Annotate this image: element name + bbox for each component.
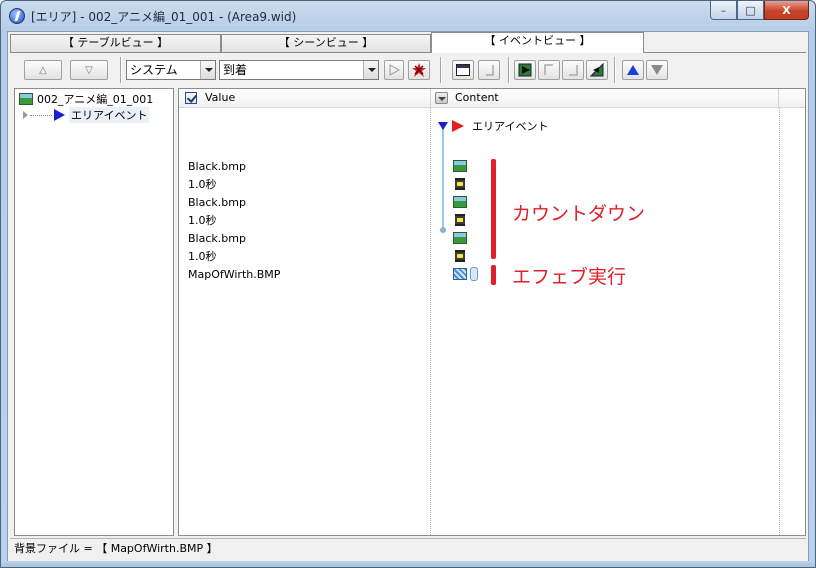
view-tabs: 【 テーブルビュー 】 【 シーンビュー 】 【 イベントビュー 】 [10, 32, 806, 53]
content-column-header[interactable]: Content [431, 89, 779, 108]
event-flag-icon [452, 120, 464, 132]
close-button[interactable]: X [764, 1, 809, 20]
scroll-down-button[interactable] [646, 60, 668, 80]
bracket-end-button[interactable] [478, 60, 500, 80]
bracket-end-icon [486, 65, 494, 76]
client-area: 【 テーブルビュー 】 【 シーンビュー 】 【 イベントビュー 】 △ ▽ シ… [7, 31, 809, 563]
toolbar-separator [614, 57, 616, 83]
toolbar-separator [440, 57, 442, 83]
checkbox-icon[interactable] [185, 92, 197, 104]
tree-event-item[interactable]: エリアイベント [23, 107, 150, 123]
expand-icon [23, 111, 28, 119]
status-text: 背景ファイル = 【 MapOfWirth.BMP 】 [14, 542, 218, 555]
play-button[interactable] [384, 60, 404, 80]
event-name[interactable]: エリアイベント [472, 118, 548, 134]
dropdown-icon[interactable] [435, 92, 448, 104]
bracket-close-icon [569, 65, 578, 76]
tree-root-item[interactable]: 002_アニメ編_01_001 [19, 91, 153, 107]
play-outline-icon [389, 64, 400, 76]
value-cell[interactable]: 1.0秒 [188, 212, 217, 230]
annotation-bar-effect [491, 265, 496, 285]
timeline-end-dot [440, 227, 446, 233]
hourglass-icon[interactable] [455, 250, 465, 262]
scroll-up-button[interactable] [622, 60, 644, 80]
value-column-header[interactable]: Value [179, 89, 431, 108]
flag-green-icon [518, 63, 532, 77]
category-select[interactable]: システム [126, 60, 216, 80]
hourglass-icon[interactable] [455, 214, 465, 226]
tree-root-label: 002_アニメ編_01_001 [37, 93, 154, 106]
event-select-value: 到着 [223, 63, 248, 77]
category-select-value: システム [130, 63, 178, 77]
column-divider [430, 108, 431, 535]
window-icon [456, 64, 470, 76]
event-grid[interactable]: Value Content Black.bmp 1.0秒 Black.bmp 1… [178, 88, 806, 536]
move-down-button[interactable]: ▽ [70, 60, 108, 80]
grid-header: Value Content [179, 89, 805, 108]
move-up-button[interactable]: △ [24, 60, 62, 80]
triangle-green-icon [590, 63, 604, 77]
insert-branch-button[interactable] [514, 60, 536, 80]
content-column-label: Content [455, 91, 499, 104]
tab-event-view[interactable]: 【 イベントビュー 】 [431, 32, 644, 53]
toolbar-separator [120, 57, 122, 83]
status-bar: 背景ファイル = 【 MapOfWirth.BMP 】 [10, 538, 806, 558]
hourglass-icon[interactable] [455, 178, 465, 190]
chevron-down-icon [363, 61, 378, 79]
delete-star-icon [412, 63, 426, 77]
event-select[interactable]: 到着 [219, 60, 379, 80]
window-view-button[interactable] [452, 60, 474, 80]
annotation-countdown: カウントダウン [512, 203, 646, 225]
window-bottom-edge [1, 561, 815, 567]
main-window: [エリア] - 002_アニメ編_01_001 - (Area9.wid) – … [0, 0, 816, 568]
image-icon[interactable] [453, 232, 467, 244]
capsule-icon [470, 267, 478, 281]
insert-area-button[interactable] [586, 60, 608, 80]
app-icon [9, 8, 25, 24]
delete-button[interactable] [408, 60, 430, 80]
arrow-up-blue-icon [627, 65, 639, 75]
tree-connector [30, 114, 52, 116]
image-icon [19, 93, 33, 105]
image-icon[interactable] [453, 160, 467, 172]
toolbar: △ ▽ システム 到着 [10, 52, 806, 84]
annotation-effect: エフェブ実行 [512, 266, 627, 288]
window-title: [エリア] - 002_アニメ編_01_001 - (Area9.wid) [31, 10, 297, 24]
collapse-triangle-icon[interactable] [438, 122, 448, 130]
toolbar-separator [508, 57, 510, 83]
bracket-close-button[interactable] [562, 60, 584, 80]
area-tree[interactable]: 002_アニメ編_01_001 エリアイベント [14, 88, 174, 536]
tab-table-view[interactable]: 【 テーブルビュー 】 [10, 34, 221, 52]
image-icon[interactable] [453, 196, 467, 208]
tab-scene-view[interactable]: 【 シーンビュー 】 [221, 34, 431, 52]
event-play-icon [54, 109, 65, 121]
value-cell[interactable]: Black.bmp [188, 194, 246, 212]
window-controls: – □ X [710, 1, 809, 21]
maximize-button[interactable]: □ [737, 1, 764, 20]
chevron-down-icon [200, 61, 215, 79]
effect-icon[interactable] [453, 268, 467, 280]
value-cell[interactable]: MapOfWirth.BMP [188, 266, 280, 284]
value-cell[interactable]: 1.0秒 [188, 176, 217, 194]
value-cell[interactable]: 1.0秒 [188, 248, 217, 266]
arrow-down-gray-icon [651, 65, 663, 75]
value-cell[interactable]: Black.bmp [188, 158, 246, 176]
minimize-button[interactable]: – [710, 1, 737, 20]
value-column-label: Value [205, 91, 236, 104]
annotation-bar-countdown [491, 159, 496, 259]
bracket-start-icon [544, 64, 553, 75]
bracket-start-button[interactable] [538, 60, 560, 80]
column-divider [779, 108, 780, 535]
title-bar[interactable]: [エリア] - 002_アニメ編_01_001 - (Area9.wid) – … [1, 1, 815, 31]
value-cell[interactable]: Black.bmp [188, 230, 246, 248]
tree-event-label: エリアイベント [69, 107, 150, 123]
timeline-line [442, 125, 444, 231]
